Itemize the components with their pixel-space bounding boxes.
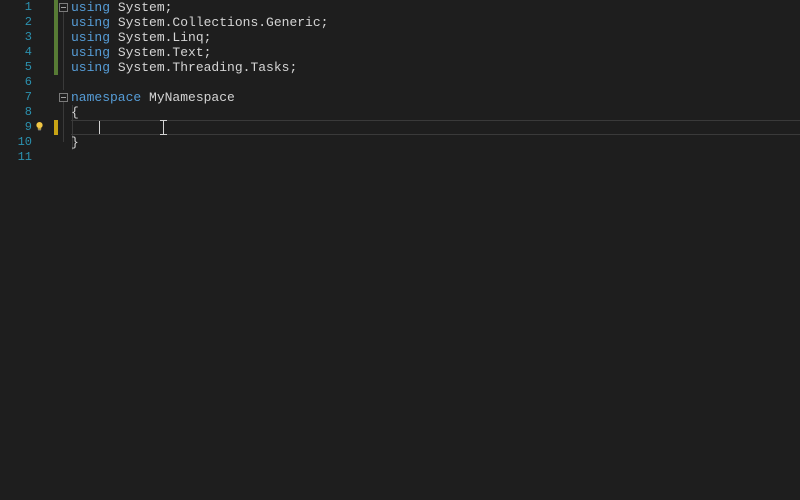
- code-line[interactable]: using System.Threading.Tasks;: [71, 60, 800, 75]
- text-cursor-icon: [163, 120, 164, 135]
- keyword: using: [71, 30, 110, 45]
- line-number: 3: [0, 30, 32, 45]
- keyword: using: [71, 0, 110, 15]
- code-line[interactable]: [71, 120, 800, 135]
- code-line[interactable]: [71, 75, 800, 90]
- line-number: 7: [0, 90, 32, 105]
- glyph-margin: [40, 0, 54, 500]
- unsaved-change-marker: [54, 120, 58, 135]
- code-line[interactable]: using System.Text;: [71, 45, 800, 60]
- line-number: 4: [0, 45, 32, 60]
- code-line[interactable]: namespace MyNamespace: [71, 90, 800, 105]
- code-text: }: [71, 135, 79, 150]
- code-text: MyNamespace: [141, 90, 235, 105]
- line-number: 1: [0, 0, 32, 15]
- line-number-gutter: 1 2 3 4 5 6 7 8 9 10 11: [0, 0, 40, 500]
- keyword: using: [71, 45, 110, 60]
- fold-guide-line: [63, 12, 64, 90]
- keyword: using: [71, 15, 110, 30]
- code-text: System.Collections.Generic;: [110, 15, 328, 30]
- line-number: 6: [0, 75, 32, 90]
- lightbulb-icon[interactable]: [34, 121, 45, 132]
- code-editor[interactable]: 1 2 3 4 5 6 7 8 9 10 11: [0, 0, 800, 500]
- saved-change-marker: [54, 0, 58, 75]
- line-number: 5: [0, 60, 32, 75]
- line-number: 8: [0, 105, 32, 120]
- fold-minus-icon[interactable]: [59, 3, 68, 12]
- code-line[interactable]: {: [71, 105, 800, 120]
- line-number: 2: [0, 15, 32, 30]
- fold-minus-icon[interactable]: [59, 93, 68, 102]
- code-line[interactable]: [71, 150, 800, 165]
- code-text: System.Threading.Tasks;: [110, 60, 297, 75]
- code-line[interactable]: using System.Linq;: [71, 30, 800, 45]
- code-text: System;: [110, 0, 172, 15]
- keyword: using: [71, 60, 110, 75]
- line-number: 11: [0, 150, 32, 165]
- line-number: 10: [0, 135, 32, 150]
- folding-margin: [59, 0, 71, 500]
- fold-guide-line: [63, 102, 64, 142]
- code-text: System.Linq;: [110, 30, 211, 45]
- code-area[interactable]: using System; using System.Collections.G…: [71, 0, 800, 500]
- line-number: 9: [0, 120, 32, 135]
- text-caret: [99, 121, 100, 134]
- keyword: namespace: [71, 90, 141, 105]
- code-line[interactable]: using System;: [71, 0, 800, 15]
- code-text: System.Text;: [110, 45, 211, 60]
- code-line[interactable]: using System.Collections.Generic;: [71, 15, 800, 30]
- code-text: {: [71, 105, 79, 120]
- code-line[interactable]: }: [71, 135, 800, 150]
